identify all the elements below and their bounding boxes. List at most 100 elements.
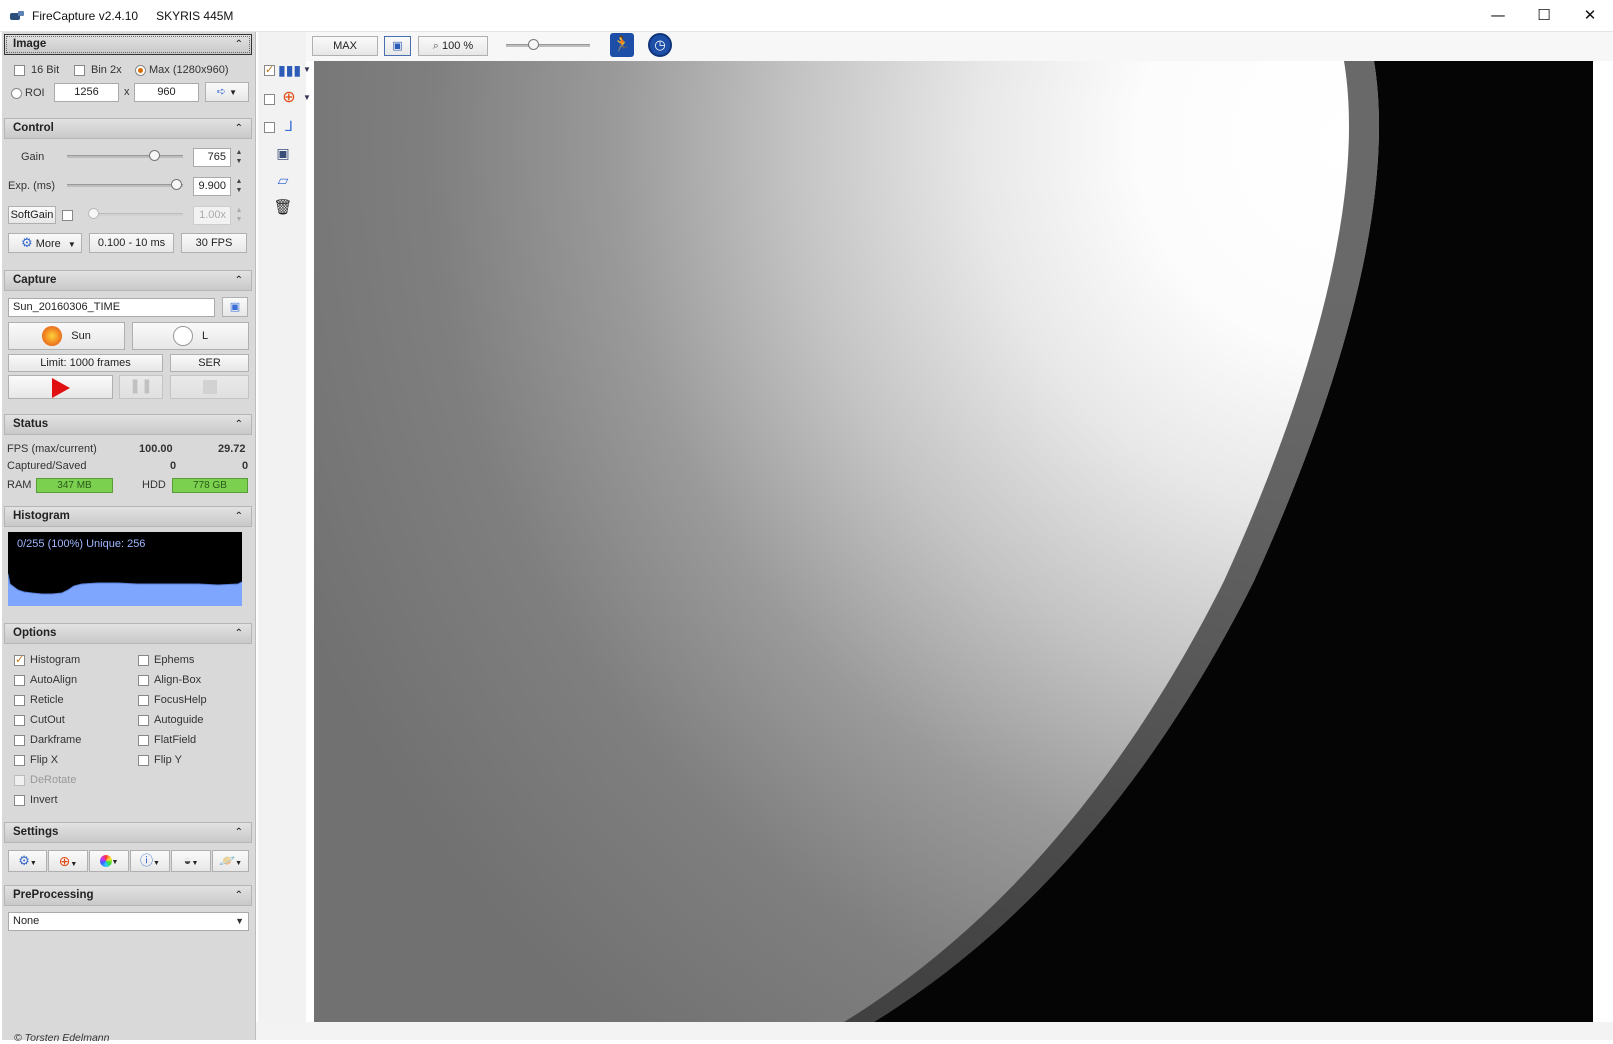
collapse-icon[interactable]: ⌃ bbox=[235, 823, 243, 842]
capture-filename-field[interactable]: Sun_20160306_TIME bbox=[8, 298, 215, 317]
crosshair-icon: ⊕ bbox=[58, 853, 71, 869]
roi-apply-button[interactable]: ➪ ▼ bbox=[205, 82, 249, 102]
preprocessing-section-header[interactable]: PreProcessing ⌃ bbox=[4, 885, 252, 906]
collapse-icon[interactable]: ⌃ bbox=[235, 886, 243, 905]
max-resolution-radio[interactable] bbox=[135, 65, 146, 76]
telescope-settings-button[interactable]: ◒▼ bbox=[171, 850, 211, 872]
preprocessing-select[interactable]: None ▼ bbox=[8, 912, 249, 931]
softgain-value-field[interactable]: 1.00x bbox=[193, 206, 231, 225]
zoom-slider[interactable] bbox=[506, 44, 590, 47]
filter-button[interactable]: L bbox=[132, 322, 249, 350]
ruler-icon[interactable]: ⅃ bbox=[278, 116, 300, 136]
frame-limit-button[interactable]: Limit: 1000 frames bbox=[8, 354, 163, 372]
fps-current-value: 29.72 bbox=[218, 443, 246, 455]
option-checkbox[interactable] bbox=[14, 795, 25, 806]
status-section-header[interactable]: Status ⌃ bbox=[4, 414, 252, 435]
roi-height-field[interactable]: 960 bbox=[134, 83, 199, 102]
collapse-icon[interactable]: ⌃ bbox=[235, 415, 243, 434]
stop-capture-button[interactable] bbox=[170, 375, 249, 399]
option-label: Darkframe bbox=[30, 734, 82, 746]
zoom-level-button[interactable]: ⌕ 100 % bbox=[418, 36, 488, 56]
ram-label: RAM bbox=[7, 479, 32, 491]
collapse-icon[interactable]: ⌃ bbox=[235, 271, 243, 290]
app-camera-icon bbox=[10, 10, 24, 21]
softgain-spinner-icon[interactable]: ▲ ▼ bbox=[233, 206, 245, 225]
close-button[interactable]: ✕ bbox=[1567, 0, 1613, 30]
start-capture-button[interactable] bbox=[8, 375, 113, 399]
settings-section-header[interactable]: Settings ⌃ bbox=[4, 822, 252, 843]
info-settings-button[interactable]: ⓘ▼ bbox=[130, 850, 170, 872]
gain-slider-thumb[interactable] bbox=[148, 150, 160, 161]
option-checkbox[interactable] bbox=[138, 755, 149, 766]
bit16-checkbox[interactable] bbox=[14, 65, 25, 76]
live-camera-view[interactable] bbox=[314, 61, 1593, 1022]
exposure-range-button[interactable]: 0.100 - 10 ms bbox=[89, 233, 174, 253]
collapse-icon[interactable]: ⌃ bbox=[235, 35, 243, 54]
clock-icon[interactable]: ◷ bbox=[648, 33, 672, 57]
options-section-header[interactable]: Options ⌃ bbox=[4, 623, 252, 644]
option-checkbox[interactable] bbox=[138, 735, 149, 746]
trash-icon[interactable]: 🗑 bbox=[272, 198, 294, 218]
option-checkbox[interactable] bbox=[14, 653, 25, 666]
chevron-down-icon: ▼ bbox=[111, 859, 119, 866]
histogram-section-header[interactable]: Histogram ⌃ bbox=[4, 506, 252, 527]
magnifier-icon: ⌕ bbox=[432, 40, 439, 52]
softgain-slider[interactable] bbox=[88, 213, 183, 216]
roi-radio[interactable] bbox=[11, 88, 22, 99]
option-label: Reticle bbox=[30, 694, 64, 706]
fit-view-button[interactable]: ▣ bbox=[384, 36, 411, 56]
exposure-spinner-icon[interactable]: ▲ ▼ bbox=[233, 177, 245, 196]
collapse-icon[interactable]: ⌃ bbox=[235, 507, 243, 526]
more-button[interactable]: ⚙ More ▼ bbox=[8, 233, 82, 253]
zoom-slider-thumb[interactable] bbox=[528, 39, 539, 50]
control-section-header[interactable]: Control ⌃ bbox=[4, 118, 252, 139]
roi-width-field[interactable]: 1256 bbox=[54, 83, 119, 102]
max-zoom-button[interactable]: MAX bbox=[312, 36, 378, 56]
gain-slider[interactable] bbox=[67, 155, 183, 158]
collapse-icon[interactable]: ⌃ bbox=[235, 624, 243, 643]
image-section-header[interactable]: Image ⌃ bbox=[4, 34, 252, 55]
reticle-settings-button[interactable]: ⊕▼ bbox=[48, 850, 88, 872]
pause-capture-button[interactable]: ❚❚ bbox=[119, 375, 163, 399]
open-folder-button[interactable]: ▣ bbox=[222, 297, 248, 317]
format-button[interactable]: SER bbox=[170, 354, 249, 372]
option-checkbox[interactable] bbox=[14, 735, 25, 746]
exposure-slider-thumb[interactable] bbox=[170, 179, 182, 190]
reticle-overlay-checkbox[interactable] bbox=[264, 94, 275, 105]
option-checkbox[interactable] bbox=[14, 715, 25, 726]
option-checkbox[interactable] bbox=[138, 695, 149, 706]
option-checkbox[interactable] bbox=[14, 675, 25, 686]
maximize-button[interactable]: ☐ bbox=[1521, 0, 1567, 30]
capture-section-header[interactable]: Capture ⌃ bbox=[4, 270, 252, 291]
option-checkbox[interactable] bbox=[138, 655, 149, 666]
fps-button[interactable]: 30 FPS bbox=[181, 233, 247, 253]
general-settings-button[interactable]: ⚙▼ bbox=[8, 850, 47, 872]
ruler-overlay-checkbox[interactable] bbox=[264, 122, 275, 133]
softgain-checkbox[interactable] bbox=[62, 210, 73, 221]
minimize-button[interactable]: — bbox=[1475, 0, 1521, 30]
gain-value-field[interactable]: 765 bbox=[193, 148, 231, 167]
color-settings-button[interactable]: ▼ bbox=[89, 850, 129, 872]
collapse-icon[interactable]: ⌃ bbox=[235, 119, 243, 138]
exposure-value-field[interactable]: 9.900 bbox=[193, 177, 231, 196]
fps-status-label: FPS (max/current) bbox=[7, 443, 97, 455]
softgain-slider-thumb[interactable] bbox=[88, 208, 99, 219]
sun-profile-button[interactable]: Sun bbox=[8, 322, 125, 350]
settings-section-title: Settings bbox=[13, 826, 59, 838]
softgain-button[interactable]: SoftGain bbox=[8, 206, 56, 224]
screenshot-icon[interactable]: ▣ bbox=[272, 143, 294, 163]
planet-settings-button[interactable]: 🪐▼ bbox=[212, 850, 249, 872]
option-checkbox[interactable] bbox=[138, 675, 149, 686]
option-checkbox[interactable] bbox=[138, 715, 149, 726]
capture-section-title: Capture bbox=[13, 274, 57, 286]
exposure-slider[interactable] bbox=[67, 184, 183, 187]
runner-icon[interactable]: 🏃 bbox=[610, 33, 634, 57]
gain-spinner-icon[interactable]: ▲ ▼ bbox=[233, 148, 245, 167]
option-checkbox[interactable] bbox=[14, 775, 25, 786]
option-checkbox[interactable] bbox=[14, 755, 25, 766]
folder-icon[interactable]: ▱ bbox=[272, 170, 294, 190]
histogram-overlay-checkbox[interactable] bbox=[264, 63, 275, 76]
option-checkbox[interactable] bbox=[14, 695, 25, 706]
bin2x-checkbox[interactable] bbox=[74, 65, 85, 76]
title-bar: FireCapture v2.4.10 SKYRIS 445M — ☐ ✕ bbox=[0, 0, 1613, 32]
